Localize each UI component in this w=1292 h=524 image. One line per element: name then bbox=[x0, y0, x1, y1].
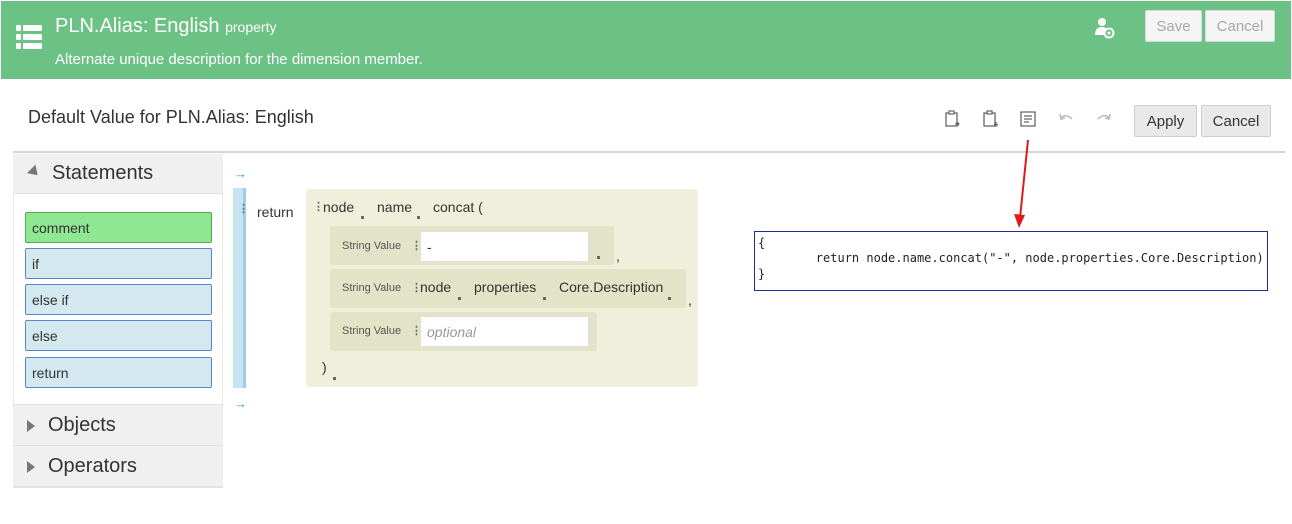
chain-separator bbox=[333, 377, 336, 380]
optional-value-input[interactable]: optional bbox=[420, 316, 589, 347]
operators-header-label: Operators bbox=[48, 455, 137, 477]
param-label: String Value bbox=[342, 240, 402, 252]
statement-else-if[interactable]: else if bbox=[25, 284, 212, 315]
toolbar-divider bbox=[13, 151, 1285, 153]
chain-separator bbox=[543, 297, 546, 300]
param-comma: , bbox=[616, 248, 620, 264]
operators-header[interactable]: Operators bbox=[13, 447, 223, 487]
param-comma: , bbox=[688, 292, 692, 308]
chain-separator bbox=[417, 216, 420, 219]
param-label: String Value bbox=[342, 282, 402, 294]
drop-target-arrow-icon[interactable]: → bbox=[234, 396, 247, 411]
chain-separator bbox=[458, 297, 461, 300]
statement-else[interactable]: else bbox=[25, 320, 212, 351]
objects-header[interactable]: Objects bbox=[13, 406, 223, 446]
copy-icon[interactable] bbox=[943, 110, 961, 128]
script-preview: { return node.name.concat("-", node.prop… bbox=[754, 231, 1268, 291]
chain-node[interactable]: node bbox=[323, 199, 354, 215]
drop-target-arrow-icon[interactable]: → bbox=[234, 166, 247, 181]
closing-paren: ) bbox=[322, 359, 327, 375]
chain-concat[interactable]: concat ( bbox=[433, 199, 483, 215]
undo-icon[interactable] bbox=[1057, 110, 1075, 128]
annotation-arrow-icon bbox=[1014, 139, 1029, 228]
page-title: PLN.Alias: English property bbox=[55, 15, 276, 38]
statements-header[interactable]: Statements bbox=[13, 154, 223, 194]
apply-button[interactable]: Apply bbox=[1134, 105, 1197, 137]
save-button[interactable]: Save bbox=[1145, 10, 1202, 42]
string-value-input[interactable]: - bbox=[420, 231, 589, 262]
objects-header-label: Objects bbox=[48, 414, 116, 436]
chain-separator bbox=[597, 256, 600, 259]
code-line: { bbox=[758, 236, 766, 250]
chain-properties[interactable]: properties bbox=[474, 279, 536, 295]
expand-triangle-icon bbox=[27, 460, 35, 473]
property-header: PLN.Alias: English property Alternate un… bbox=[1, 1, 1291, 79]
chain-core-description[interactable]: Core.Description bbox=[559, 279, 663, 295]
redo-icon[interactable] bbox=[1095, 110, 1113, 128]
list-menu-icon[interactable] bbox=[16, 23, 42, 51]
property-type: property bbox=[225, 19, 277, 35]
return-statement-handle[interactable] bbox=[233, 188, 246, 388]
editor-title: Default Value for PLN.Alias: English bbox=[28, 107, 314, 127]
param-label: String Value bbox=[342, 325, 402, 337]
statements-header-label: Statements bbox=[52, 162, 154, 184]
property-name: PLN.Alias: English bbox=[55, 15, 220, 37]
collapse-triangle-icon bbox=[26, 164, 42, 180]
code-line: } bbox=[758, 267, 766, 281]
chain-separator bbox=[361, 216, 364, 219]
drag-handle-icon[interactable]: ⋮ bbox=[238, 204, 249, 215]
statement-if[interactable]: if bbox=[25, 248, 212, 279]
chain-separator bbox=[668, 297, 671, 300]
paste-icon[interactable] bbox=[981, 110, 999, 128]
user-settings-icon[interactable] bbox=[1095, 17, 1115, 39]
statement-return[interactable]: return bbox=[25, 357, 212, 388]
statement-comment[interactable]: comment bbox=[25, 212, 212, 243]
expand-triangle-icon bbox=[27, 419, 35, 432]
header-cancel-button[interactable]: Cancel bbox=[1205, 10, 1275, 42]
chain-node[interactable]: node bbox=[420, 279, 451, 295]
code-line: return node.name.concat("-", node.proper… bbox=[758, 251, 1264, 265]
editor-cancel-button[interactable]: Cancel bbox=[1201, 105, 1271, 137]
return-keyword: return bbox=[257, 204, 294, 220]
chain-name[interactable]: name bbox=[377, 199, 412, 215]
property-description: Alternate unique description for the dim… bbox=[55, 51, 423, 68]
view-script-icon[interactable] bbox=[1019, 110, 1037, 128]
